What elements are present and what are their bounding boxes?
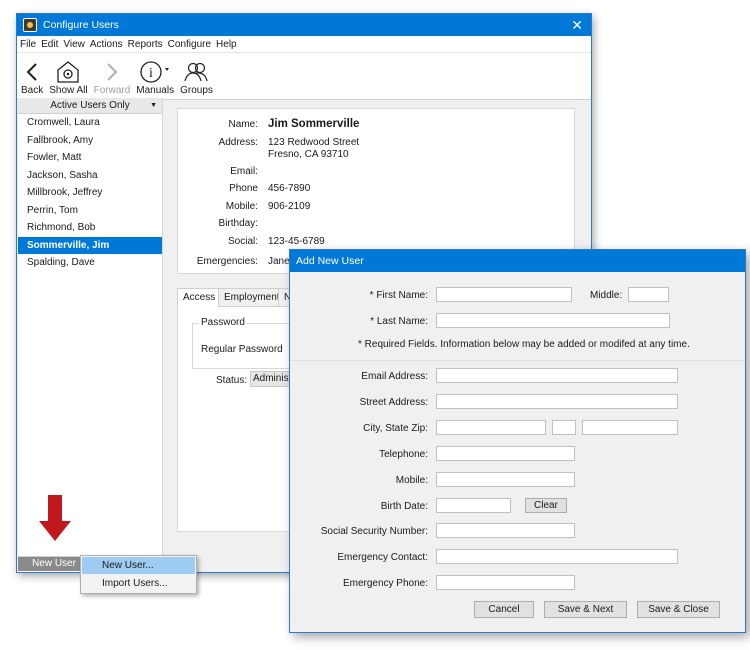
mobile-value: 906-2109 <box>268 201 311 212</box>
back-button[interactable]: Back <box>21 59 43 99</box>
filter-label: Active Users Only <box>50 100 130 111</box>
show-all-label: Show All <box>49 85 88 96</box>
state-input[interactable] <box>552 420 576 435</box>
forward-label: Forward <box>93 85 131 96</box>
emergency-contact-label: Emergency Contact: <box>337 552 428 563</box>
chevron-left-icon <box>25 59 39 85</box>
chevron-right-icon <box>105 59 119 85</box>
groups-icon <box>183 59 209 85</box>
address-line1: 123 Redwood Street <box>268 137 360 148</box>
caret-down-icon: ▼ <box>150 102 157 109</box>
phone-label: Phone <box>229 183 258 194</box>
menu-view[interactable]: View <box>63 39 85 50</box>
groups-button[interactable]: Groups <box>180 59 213 99</box>
dialog-title: Add New User <box>290 250 745 272</box>
password-type: Regular Password <box>201 344 283 355</box>
required-fields-note: * Required Fields. Information below may… <box>358 339 690 350</box>
email-address-input[interactable] <box>436 368 678 383</box>
menu-actions[interactable]: Actions <box>90 39 123 50</box>
status-label: Status: <box>216 375 248 386</box>
forward-button[interactable]: Forward <box>93 59 131 99</box>
first-name-label: * First Name: <box>369 290 428 301</box>
mobile-label: Mobile: <box>395 475 428 486</box>
show-all-button[interactable]: Show All <box>49 59 88 99</box>
social-label: Social: <box>227 236 258 247</box>
emergencies-value: Jane <box>268 256 290 267</box>
menu-item-new-user[interactable]: New User... <box>82 557 195 574</box>
menu-edit[interactable]: Edit <box>41 39 58 50</box>
title-bar: Configure Users ✕ <box>17 14 591 36</box>
menu-file[interactable]: File <box>20 39 36 50</box>
user-list-item[interactable]: Millbrook, Jeffrey <box>18 184 162 202</box>
dialog-separator <box>290 360 745 361</box>
menu-reports[interactable]: Reports <box>128 39 163 50</box>
middle-label: Middle: <box>590 290 623 301</box>
save-and-next-button[interactable]: Save & Next <box>544 601 627 618</box>
city-input[interactable] <box>436 420 546 435</box>
city-state-zip-label: City, State Zip: <box>363 423 428 434</box>
first-name-input[interactable] <box>436 287 572 302</box>
close-icon[interactable]: ✕ <box>571 17 583 34</box>
app-icon <box>23 18 37 32</box>
menu-configure[interactable]: Configure <box>168 39 211 50</box>
emergencies-label: Emergencies: <box>196 256 258 267</box>
user-list-item[interactable]: Perrin, Tom <box>18 202 162 220</box>
user-list-item[interactable]: Fallbrook, Amy <box>18 132 162 150</box>
window-title: Configure Users <box>43 19 119 31</box>
birth-date-label: Birth Date: <box>380 501 428 512</box>
user-list-item-selected[interactable]: Sommerville, Jim <box>18 236 162 254</box>
email-address-label: Email Address: <box>361 371 428 382</box>
manuals-label: Manuals <box>136 85 175 96</box>
user-filter-dropdown[interactable]: Active Users Only ▼ <box>18 98 162 114</box>
emergency-phone-input[interactable] <box>436 575 575 590</box>
address-label: Address: <box>218 137 258 148</box>
manuals-button[interactable]: i Manuals <box>136 59 174 99</box>
new-user-context-menu: New User... Import Users... <box>80 555 197 594</box>
emergency-contact-input[interactable] <box>436 549 678 564</box>
mobile-label: Mobile: <box>225 201 258 212</box>
back-label: Back <box>21 85 44 96</box>
house-gear-icon <box>56 59 80 85</box>
red-arrow-icon <box>38 495 72 548</box>
last-name-label: * Last Name: <box>370 316 428 327</box>
toolbar: Back Show All Forward i Manuals Groups <box>17 53 591 100</box>
emergency-phone-label: Emergency Phone: <box>342 578 428 589</box>
mobile-input[interactable] <box>436 472 575 487</box>
middle-name-input[interactable] <box>628 287 669 302</box>
telephone-input[interactable] <box>436 446 575 461</box>
menu-bar: File Edit View Actions Reports Configure… <box>17 36 591 53</box>
zip-input[interactable] <box>582 420 678 435</box>
save-and-close-button[interactable]: Save & Close <box>637 601 720 618</box>
menu-item-import-users[interactable]: Import Users... <box>82 575 195 592</box>
street-address-input[interactable] <box>436 394 678 409</box>
user-list-item[interactable]: Spalding, Dave <box>18 254 162 272</box>
add-new-user-dialog: Add New User * First Name: Middle: * Las… <box>289 249 746 633</box>
last-name-input[interactable] <box>436 313 670 328</box>
user-list-item[interactable]: Jackson, Sasha <box>18 167 162 185</box>
cancel-button[interactable]: Cancel <box>474 601 534 618</box>
street-address-label: Street Address: <box>359 397 428 408</box>
user-list-item[interactable]: Fowler, Matt <box>18 149 162 167</box>
social-value: 123-45-6789 <box>268 236 325 247</box>
birthday-label: Birthday: <box>218 218 258 229</box>
menu-help[interactable]: Help <box>216 39 237 50</box>
tab-access[interactable]: Access <box>177 288 222 307</box>
password-group-label: Password <box>199 317 247 328</box>
tab-employment[interactable]: Employment <box>218 288 286 307</box>
phone-value: 456-7890 <box>268 183 311 194</box>
user-list-item[interactable]: Richmond, Bob <box>18 219 162 237</box>
name-value: Jim Sommerville <box>268 118 360 130</box>
telephone-label: Telephone: <box>379 449 428 460</box>
ssn-input[interactable] <box>436 523 575 538</box>
info-icon: i <box>139 59 171 85</box>
birth-date-input[interactable] <box>436 498 511 513</box>
svg-text:i: i <box>149 66 153 81</box>
address-line2: Fresno, CA 93710 <box>268 149 349 160</box>
user-list-item[interactable]: Cromwell, Laura <box>18 114 162 132</box>
clear-button[interactable]: Clear <box>525 498 567 513</box>
ssn-label: Social Security Number: <box>320 526 428 537</box>
groups-label: Groups <box>180 85 213 96</box>
name-label: Name: <box>228 119 258 130</box>
email-label: Email: <box>230 166 258 177</box>
